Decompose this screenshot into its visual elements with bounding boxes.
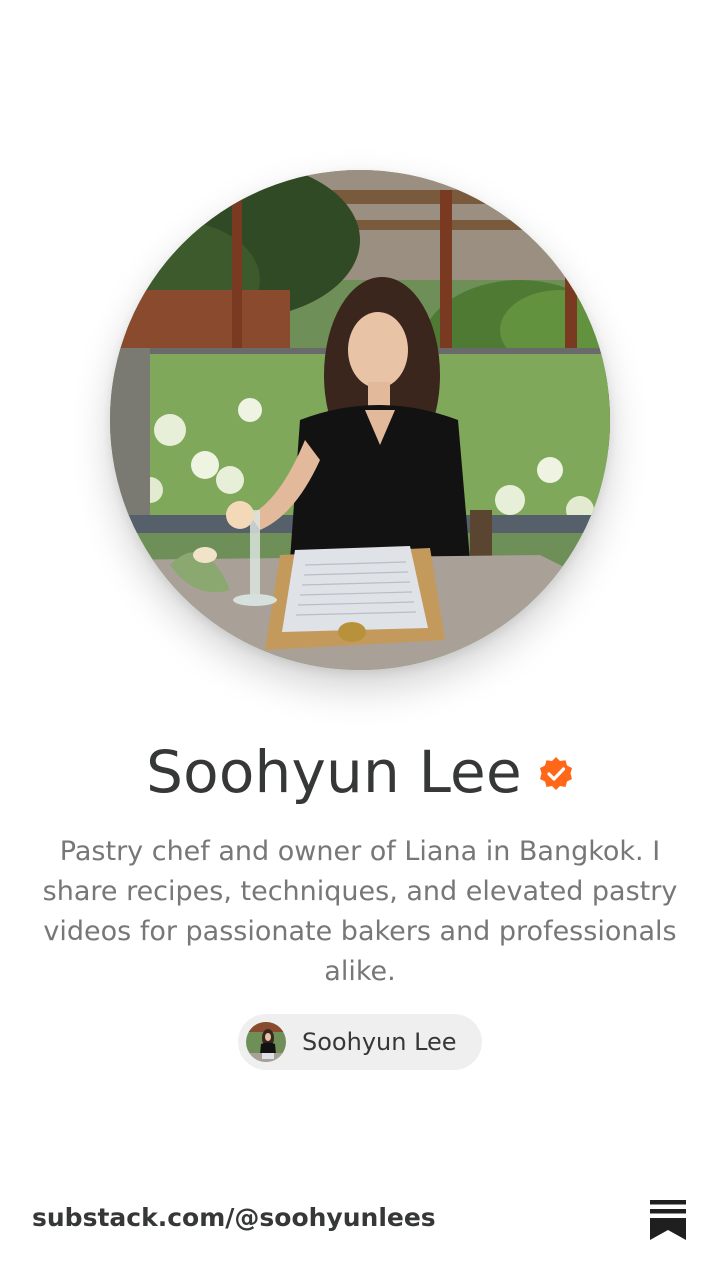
author-chip[interactable]: Soohyun Lee	[238, 1014, 482, 1070]
verified-check-icon	[539, 757, 572, 790]
profile-bio: Pastry chef and owner of Liana in Bangko…	[42, 836, 678, 987]
profile-photo	[110, 170, 610, 670]
chip-avatar-photo	[246, 1022, 286, 1062]
footer-url[interactable]: substack.com/@soohyunlees	[32, 1203, 436, 1232]
profile-name: Soohyun Lee	[146, 738, 522, 806]
substack-logo-icon	[650, 1200, 686, 1240]
chip-label: Soohyun Lee	[302, 1028, 457, 1056]
profile-avatar	[110, 170, 610, 670]
chip-avatar	[246, 1022, 286, 1062]
profile-name-row: Soohyun Lee	[0, 732, 720, 812]
